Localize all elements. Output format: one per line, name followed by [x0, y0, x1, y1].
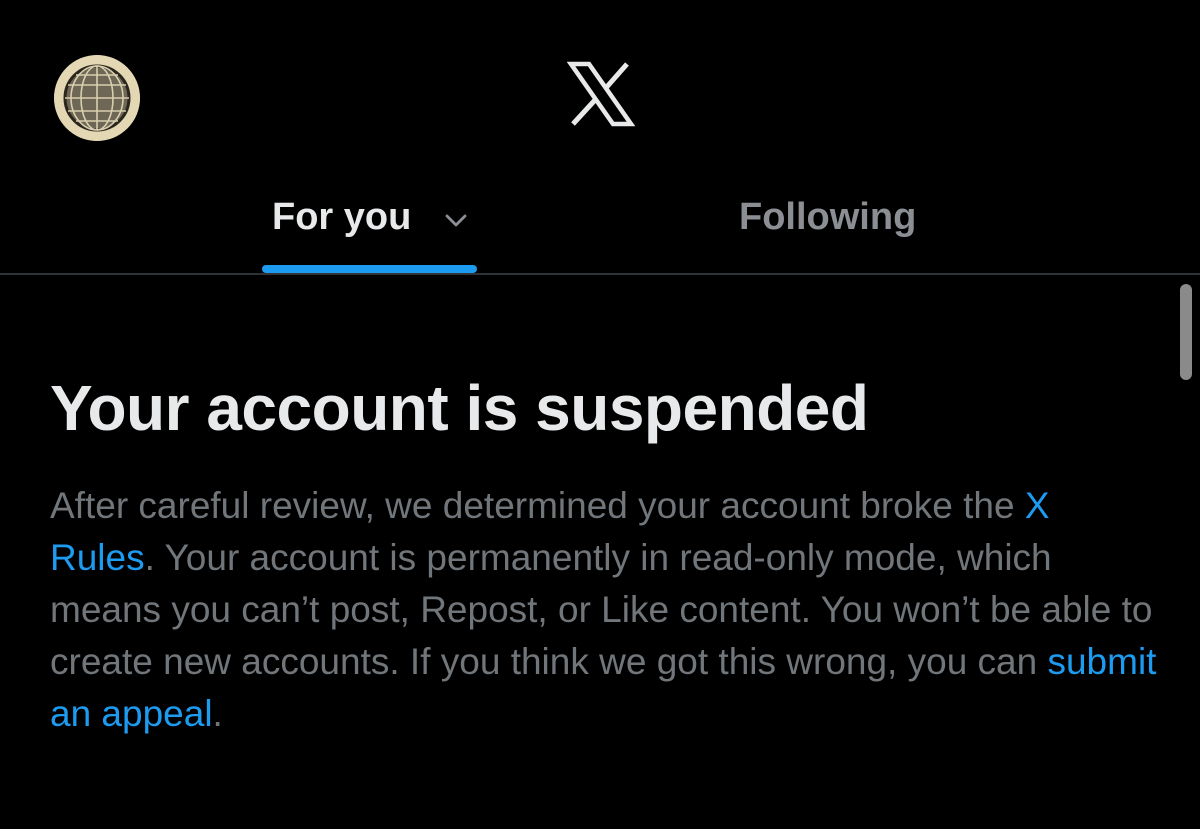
- profile-avatar[interactable]: [54, 55, 140, 141]
- scrollbar-thumb[interactable]: [1180, 284, 1192, 380]
- header-divider: [0, 273, 1200, 275]
- suspension-notice: Your account is suspended After careful …: [50, 368, 1160, 740]
- x-logo-icon[interactable]: [566, 60, 636, 128]
- chevron-down-icon[interactable]: [441, 210, 471, 230]
- notice-body-intro: After careful review, we determined your…: [50, 485, 1025, 526]
- tab-active-indicator: [262, 265, 477, 273]
- notice-body-middle: . Your account is permanently in read-on…: [50, 537, 1153, 682]
- timeline-tabs: For you Following: [0, 180, 1200, 275]
- tab-following-label: Following: [739, 196, 917, 238]
- notice-title: Your account is suspended: [50, 372, 869, 444]
- tab-following[interactable]: Following: [600, 180, 1200, 275]
- tab-for-you[interactable]: For you: [0, 180, 600, 275]
- notice-body-end: .: [212, 693, 223, 734]
- notice-body: After careful review, we determined your…: [50, 480, 1160, 740]
- tab-for-you-label: For you: [272, 196, 412, 238]
- top-bar: [0, 0, 1200, 180]
- globe-icon: [54, 55, 140, 141]
